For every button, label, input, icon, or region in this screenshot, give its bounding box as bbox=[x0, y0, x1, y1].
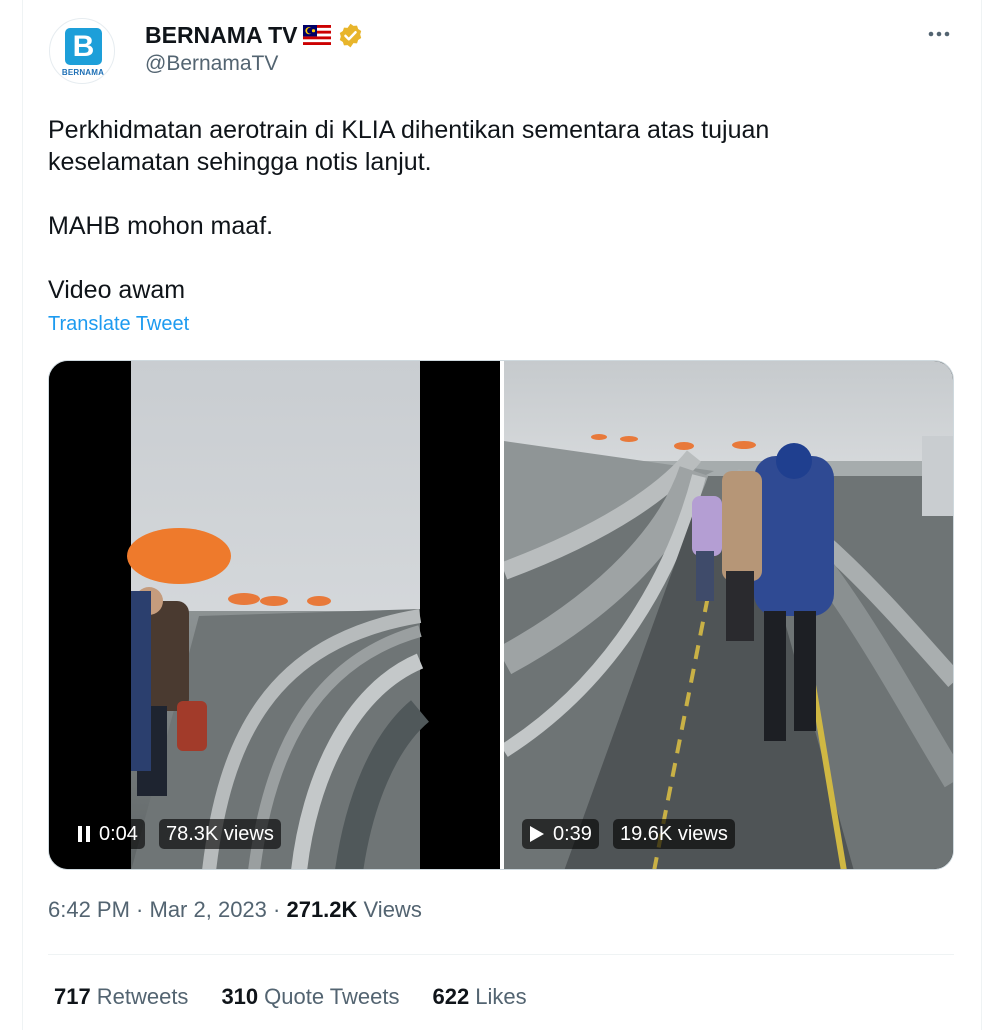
retweets-count: 717 bbox=[54, 984, 91, 1009]
video-1-views: 78.3K views bbox=[166, 823, 274, 845]
meta-separator: · bbox=[129, 897, 150, 922]
tweet-line: MAHB mohon maaf. bbox=[48, 212, 274, 240]
likes-count: 622 bbox=[432, 984, 470, 1009]
video-2[interactable]: 0:39 19.6K views bbox=[504, 361, 953, 869]
engagement-stats: 717 Retweets 310 Quote Tweets 622 Likes bbox=[54, 984, 527, 1010]
tweet-line: Video awam bbox=[48, 276, 186, 304]
tweet-line: Perkhidmatan aerotrain di KLIA dihentika… bbox=[48, 116, 770, 144]
video-2-views-pill: 19.6K views bbox=[613, 819, 735, 849]
tweet-date[interactable]: Mar 2, 2023 bbox=[150, 897, 267, 923]
video-2-time-pill: 0:39 bbox=[522, 819, 599, 849]
views-count: 271.2K bbox=[286, 897, 358, 922]
likes-stat[interactable]: 622 Likes bbox=[433, 984, 527, 1010]
tweet-line: keselamatan sehingga notis lanjut. bbox=[48, 148, 432, 176]
tweet-time[interactable]: 6:42 PM bbox=[48, 897, 130, 923]
malaysia-flag-icon bbox=[303, 25, 332, 45]
author-handle[interactable]: @BernamaTV bbox=[145, 52, 278, 76]
quotes-count: 310 bbox=[221, 984, 259, 1009]
more-options-icon[interactable] bbox=[924, 22, 954, 46]
video-2-thumbnail bbox=[504, 361, 953, 869]
likes-label: Likes bbox=[475, 984, 527, 1009]
display-name[interactable]: BERNAMA TV bbox=[145, 22, 297, 49]
video-2-time: 0:39 bbox=[553, 823, 592, 845]
translate-tweet-link[interactable]: Translate Tweet bbox=[48, 313, 189, 336]
avatar[interactable]: B BERNAMA bbox=[49, 18, 115, 84]
video-1-views-pill: 78.3K views bbox=[159, 819, 281, 849]
divider bbox=[48, 954, 954, 955]
video-1-time: 0:04 bbox=[99, 823, 138, 845]
avatar-brand-text: BERNAMA bbox=[61, 68, 105, 77]
retweets-stat[interactable]: 717 Retweets bbox=[54, 984, 188, 1010]
quote-tweets-stat[interactable]: 310 Quote Tweets bbox=[221, 984, 399, 1010]
retweets-label: Retweets bbox=[96, 984, 189, 1009]
gold-verified-badge-icon bbox=[340, 23, 362, 47]
pause-icon[interactable] bbox=[77, 826, 91, 842]
tweet-meta: 6:42 PM · Mar 2, 2023 · 271.2K Views bbox=[48, 897, 422, 923]
media-grid: 0:04 78.3K views 0:39 19.6K views bbox=[48, 360, 954, 870]
video-1-thumbnail bbox=[49, 361, 500, 869]
meta-separator: · bbox=[266, 897, 287, 922]
quotes-label: Quote Tweets bbox=[264, 984, 400, 1009]
play-icon[interactable] bbox=[529, 825, 545, 843]
video-1-time-pill: 0:04 bbox=[70, 819, 145, 849]
avatar-letter: B bbox=[72, 30, 95, 63]
author-name-row: BERNAMA TV bbox=[145, 20, 364, 50]
video-1[interactable]: 0:04 78.3K views bbox=[49, 361, 500, 869]
video-2-views: 19.6K views bbox=[620, 823, 728, 845]
views-label: Views bbox=[357, 897, 422, 922]
tweet-text: Perkhidmatan aerotrain di KLIA dihentika… bbox=[48, 114, 928, 306]
